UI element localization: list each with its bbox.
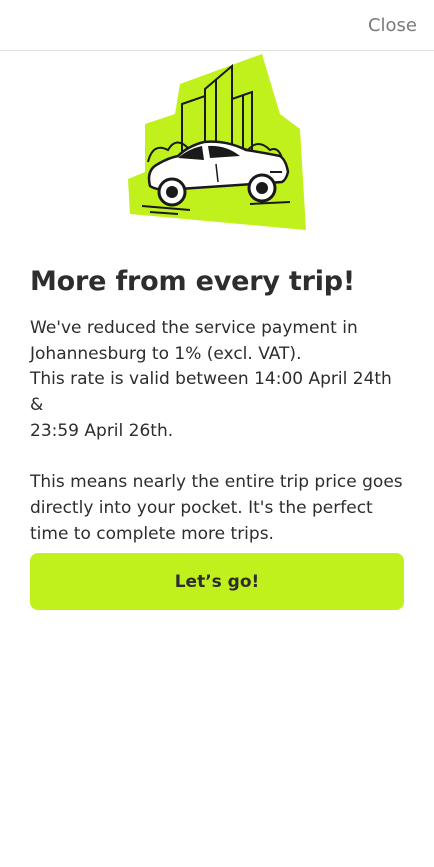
car-city-illustration <box>120 54 310 234</box>
description-line: Johannesburg to 1% (excl. VAT). <box>30 343 302 364</box>
description-line: This means nearly the entire trip price … <box>30 472 403 493</box>
description-line: This rate is valid between 14:00 April 2… <box>30 369 392 416</box>
close-button[interactable]: Close <box>368 15 417 36</box>
description-line: time to complete more trips. <box>30 523 274 544</box>
description-line: directly into your pocket. It's the perf… <box>30 497 373 518</box>
description-line: We've reduced the service payment in <box>30 318 358 338</box>
description: We've reduced the service payment in Joh… <box>30 316 410 547</box>
description-line: 23:59 April 26th. <box>30 420 174 441</box>
page-title: More from every trip! <box>30 266 356 297</box>
lets-go-button[interactable]: Let’s go! <box>30 553 404 610</box>
top-bar: Close <box>0 0 434 51</box>
